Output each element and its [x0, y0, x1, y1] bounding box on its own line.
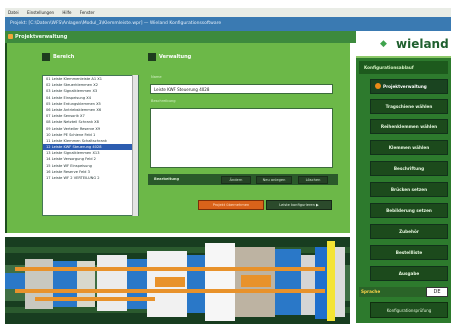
terminal-strip-graphic	[5, 237, 350, 324]
new-button[interactable]: Neu anlegen	[256, 176, 292, 184]
nav-tragschiene[interactable]: Tragschiene wählen	[370, 99, 448, 114]
menu-item[interactable]: Fenster	[80, 10, 95, 15]
configure-strip-button[interactable]: Leiste konfigurieren ▶	[266, 200, 332, 210]
menu-item[interactable]: Datei	[8, 10, 19, 15]
nav-klemmen[interactable]: Klemmen wählen	[370, 140, 448, 155]
list-item[interactable]: 17 Leiste WF 2 VERTEILUNG 2	[46, 175, 138, 181]
nav-bestellliste[interactable]: Bestellliste	[370, 245, 448, 260]
project-icon	[8, 34, 13, 39]
name-field[interactable]: Leiste KWF Steuerung 4028	[150, 84, 333, 94]
change-button[interactable]: Ändern	[221, 176, 251, 184]
nav-ausgabe[interactable]: Ausgabe	[370, 266, 448, 281]
nav-beschriftung[interactable]: Beschriftung	[370, 161, 448, 176]
terminal-strip-preview	[5, 237, 350, 324]
name-label: Name	[151, 75, 162, 79]
left-panel-title: Bereich	[53, 54, 75, 60]
menu-bar: Datei Einstellungen Hilfe Fenster	[5, 8, 451, 17]
menu-item[interactable]: Hilfe	[62, 10, 71, 15]
nav-zubehoer[interactable]: Zubehör	[370, 224, 448, 239]
delete-button[interactable]: Löschen	[298, 176, 328, 184]
description-field[interactable]	[150, 108, 333, 168]
strip-list[interactable]: 01 Leiste Klemmenleiste A1 X1 02 Leiste …	[42, 75, 139, 216]
apply-project-button[interactable]: Projekt übernehmen	[198, 200, 264, 210]
action-bar-label: Bearbeitung	[154, 177, 180, 181]
nav-bebilderung[interactable]: Bebilderung setzen	[370, 203, 448, 218]
nav-reihenklemmen[interactable]: Reihenklemmen wählen	[370, 119, 448, 134]
panel-marker-icon	[148, 53, 156, 61]
config-check-button[interactable]: Konfigurationsprüfung	[370, 302, 448, 318]
panel-marker-icon	[42, 53, 50, 61]
window-title-bar: Projekt: [C:\Daten\WFS\Anlagen\Modul_3\K…	[5, 17, 451, 31]
right-panel-title: Verwaltung	[159, 54, 192, 60]
list-scrollbar[interactable]	[132, 75, 138, 216]
brand-logo: wieland	[396, 37, 449, 51]
nav-bruecken[interactable]: Brücken setzen	[370, 182, 448, 197]
description-label: Beschreibung	[151, 99, 176, 103]
active-step-icon	[375, 83, 381, 89]
menu-item[interactable]: Einstellungen	[27, 10, 54, 15]
wieland-logo-icon: ◆	[380, 39, 387, 49]
language-select[interactable]: DE	[426, 287, 448, 297]
nav-projektverwaltung[interactable]: Projektverwaltung	[370, 79, 448, 94]
sidebar-title: Konfigurationsablauf	[359, 61, 448, 74]
